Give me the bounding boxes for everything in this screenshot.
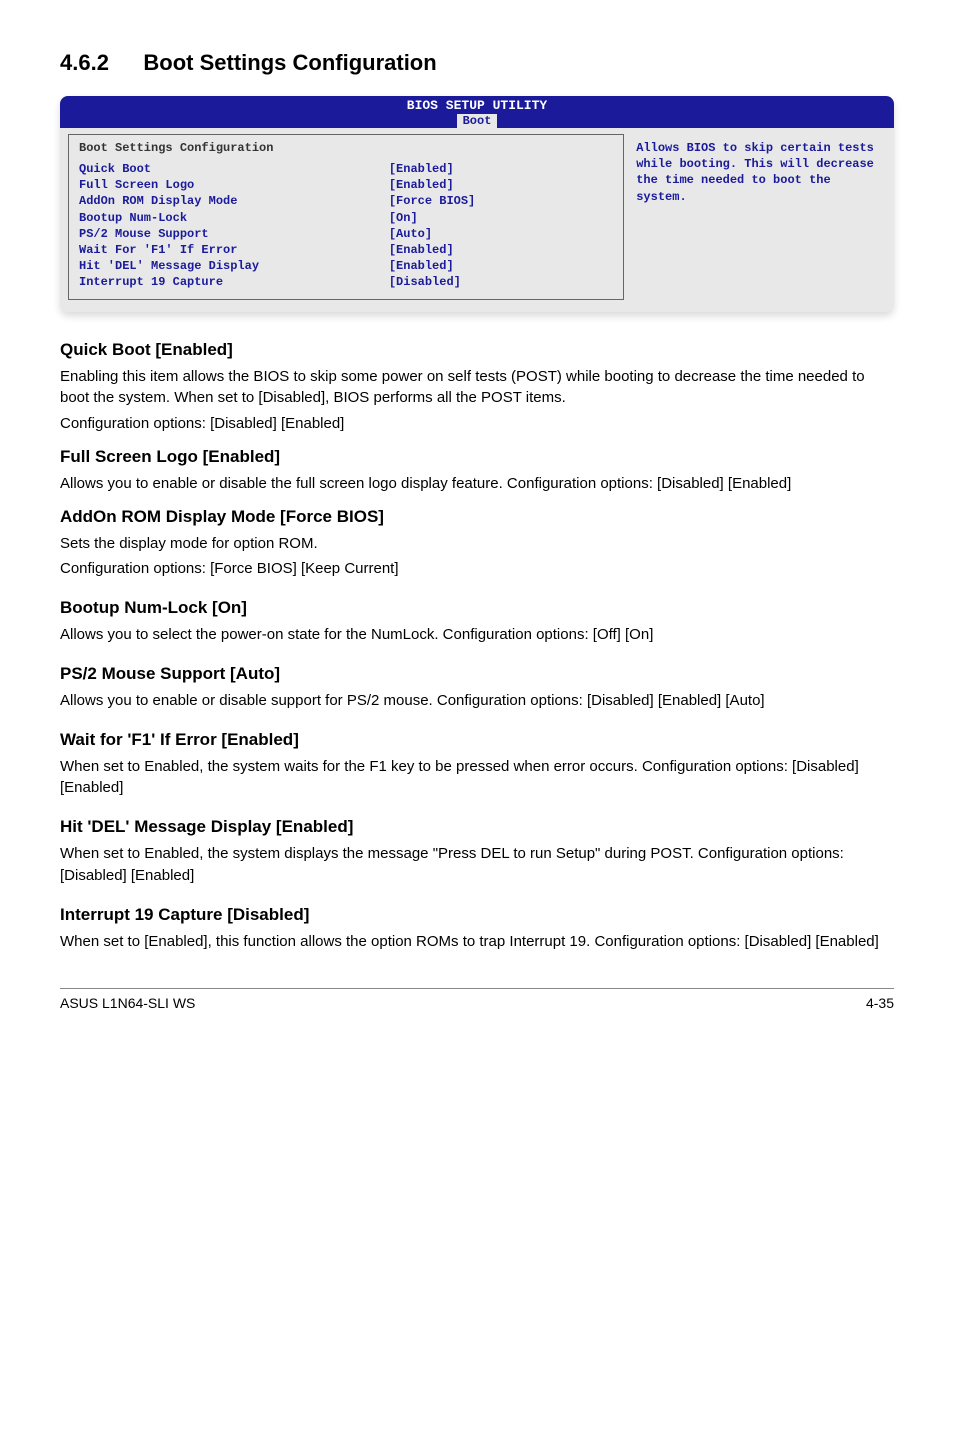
subsection-title: Wait for 'F1' If Error [Enabled] [60,730,894,750]
subsection-paragraph: When set to Enabled, the system waits fo… [60,756,894,800]
section-header: 4.6.2 Boot Settings Configuration [60,50,894,76]
bios-item-label: Full Screen Logo [79,177,389,193]
footer-left: ASUS L1N64-SLI WS [60,995,195,1011]
section-number: 4.6.2 [60,50,109,76]
subsection-title: Bootup Num-Lock [On] [60,598,894,618]
bios-item-value: [Force BIOS] [389,193,613,209]
bios-item-label: PS/2 Mouse Support [79,226,389,242]
subsection-paragraph: Allows you to enable or disable the full… [60,473,894,495]
subsection-paragraph: Allows you to select the power-on state … [60,624,894,646]
bios-item-label: Bootup Num-Lock [79,210,389,226]
subsection-title: Quick Boot [Enabled] [60,340,894,360]
section-title: Boot Settings Configuration [143,50,436,76]
subsection-paragraph: Configuration options: [Disabled] [Enabl… [60,413,894,435]
bios-header: BIOS SETUP UTILITY Boot [60,96,894,128]
bios-item-label: Wait For 'F1' If Error [79,242,389,258]
subsection-title: Full Screen Logo [Enabled] [60,447,894,467]
subsection-paragraph: Configuration options: [Force BIOS] [Kee… [60,558,894,580]
footer-page-number: 4-35 [866,995,894,1011]
page-footer: ASUS L1N64-SLI WS 4-35 [60,988,894,1011]
bios-item-value: [Enabled] [389,242,613,258]
bios-item: Hit 'DEL' Message Display [Enabled] [79,258,613,274]
subsection-paragraph: Enabling this item allows the BIOS to sk… [60,366,894,410]
bios-item: AddOn ROM Display Mode [Force BIOS] [79,193,613,209]
subsection-title: PS/2 Mouse Support [Auto] [60,664,894,684]
bios-body: Boot Settings Configuration Quick Boot [… [68,134,886,300]
subsection-paragraph: Sets the display mode for option ROM. [60,533,894,555]
bios-item-label: Interrupt 19 Capture [79,274,389,290]
bios-item: Bootup Num-Lock [On] [79,210,613,226]
subsection-title: AddOn ROM Display Mode [Force BIOS] [60,507,894,527]
bios-item-label: AddOn ROM Display Mode [79,193,389,209]
bios-item: Full Screen Logo [Enabled] [79,177,613,193]
bios-item-value: [On] [389,210,613,226]
bios-item-value: [Enabled] [389,258,613,274]
bios-left-panel: Boot Settings Configuration Quick Boot [… [68,134,624,300]
bios-item: Wait For 'F1' If Error [Enabled] [79,242,613,258]
bios-item-label: Hit 'DEL' Message Display [79,258,389,274]
bios-tab-boot: Boot [457,114,498,128]
bios-header-title: BIOS SETUP UTILITY [60,98,894,113]
bios-setup-box: BIOS SETUP UTILITY Boot Boot Settings Co… [60,96,894,312]
subsection-paragraph: When set to Enabled, the system displays… [60,843,894,887]
bios-item: Interrupt 19 Capture [Disabled] [79,274,613,290]
bios-item-label: Quick Boot [79,161,389,177]
bios-item-value: [Disabled] [389,274,613,290]
bios-item-value: [Auto] [389,226,613,242]
subsection-title: Interrupt 19 Capture [Disabled] [60,905,894,925]
bios-item: PS/2 Mouse Support [Auto] [79,226,613,242]
bios-panel-title: Boot Settings Configuration [79,141,613,155]
bios-item-value: [Enabled] [389,161,613,177]
bios-help-panel: Allows BIOS to skip certain tests while … [624,134,886,300]
bios-item-value: [Enabled] [389,177,613,193]
subsection-paragraph: When set to [Enabled], this function all… [60,931,894,953]
subsections-container: Quick Boot [Enabled] Enabling this item a… [60,340,894,953]
subsection-paragraph: Allows you to enable or disable support … [60,690,894,712]
subsection-title: Hit 'DEL' Message Display [Enabled] [60,817,894,837]
bios-help-text: Allows BIOS to skip certain tests while … [636,140,878,205]
bios-item: Quick Boot [Enabled] [79,161,613,177]
